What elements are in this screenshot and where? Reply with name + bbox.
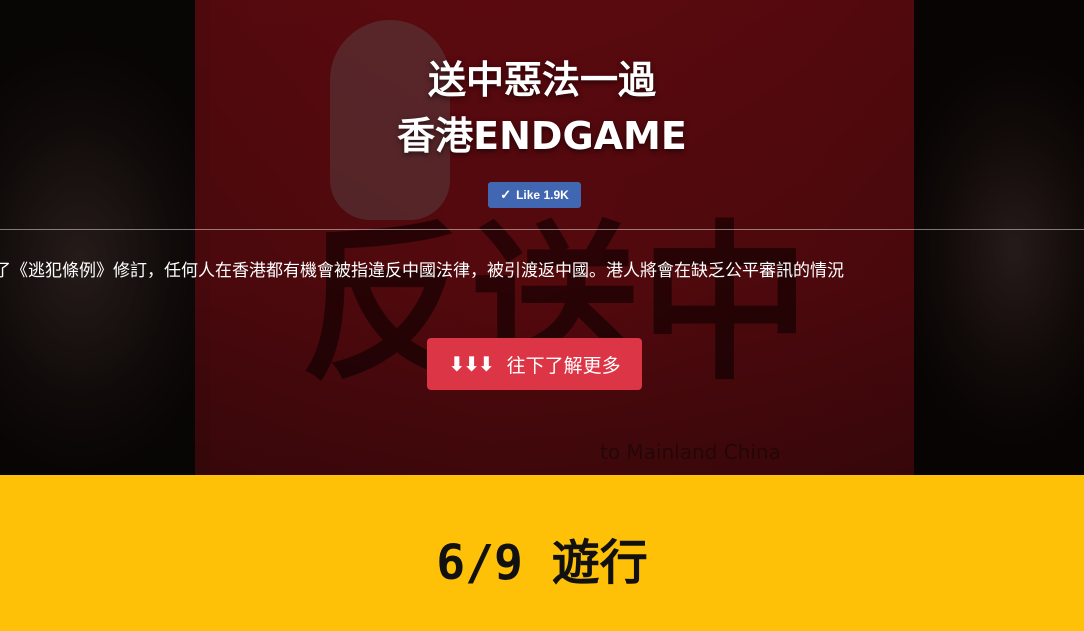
intro-text: 了《逃犯條例》修訂，任何人在香港都有機會被指違反中國法律，被引渡返中國。港人將會… [0, 261, 844, 281]
check-icon: ✓ [500, 187, 512, 202]
section-title: 6/9 遊行 [436, 535, 648, 591]
like-label: Like 1.9K [516, 188, 569, 202]
hero-banner: 反送中 to Mainland China 送中惡法一過 香港ENDGAME ✓… [0, 0, 1084, 475]
title-line-2: 香港ENDGAME [397, 114, 687, 158]
title-line-1: 送中惡法一過 [427, 58, 656, 102]
learn-more-button[interactable]: ⬇⬇⬇ 往下了解更多 [427, 338, 642, 390]
march-section: 6/9 遊行 [0, 475, 1084, 631]
facebook-like-button[interactable]: ✓ Like 1.9K [488, 182, 581, 208]
arrows-down-icon: ⬇⬇⬇ [448, 352, 494, 376]
learn-more-label: 往下了解更多 [506, 354, 621, 377]
divider [0, 229, 1084, 230]
page-title: 送中惡法一過 香港ENDGAME [0, 52, 1084, 164]
